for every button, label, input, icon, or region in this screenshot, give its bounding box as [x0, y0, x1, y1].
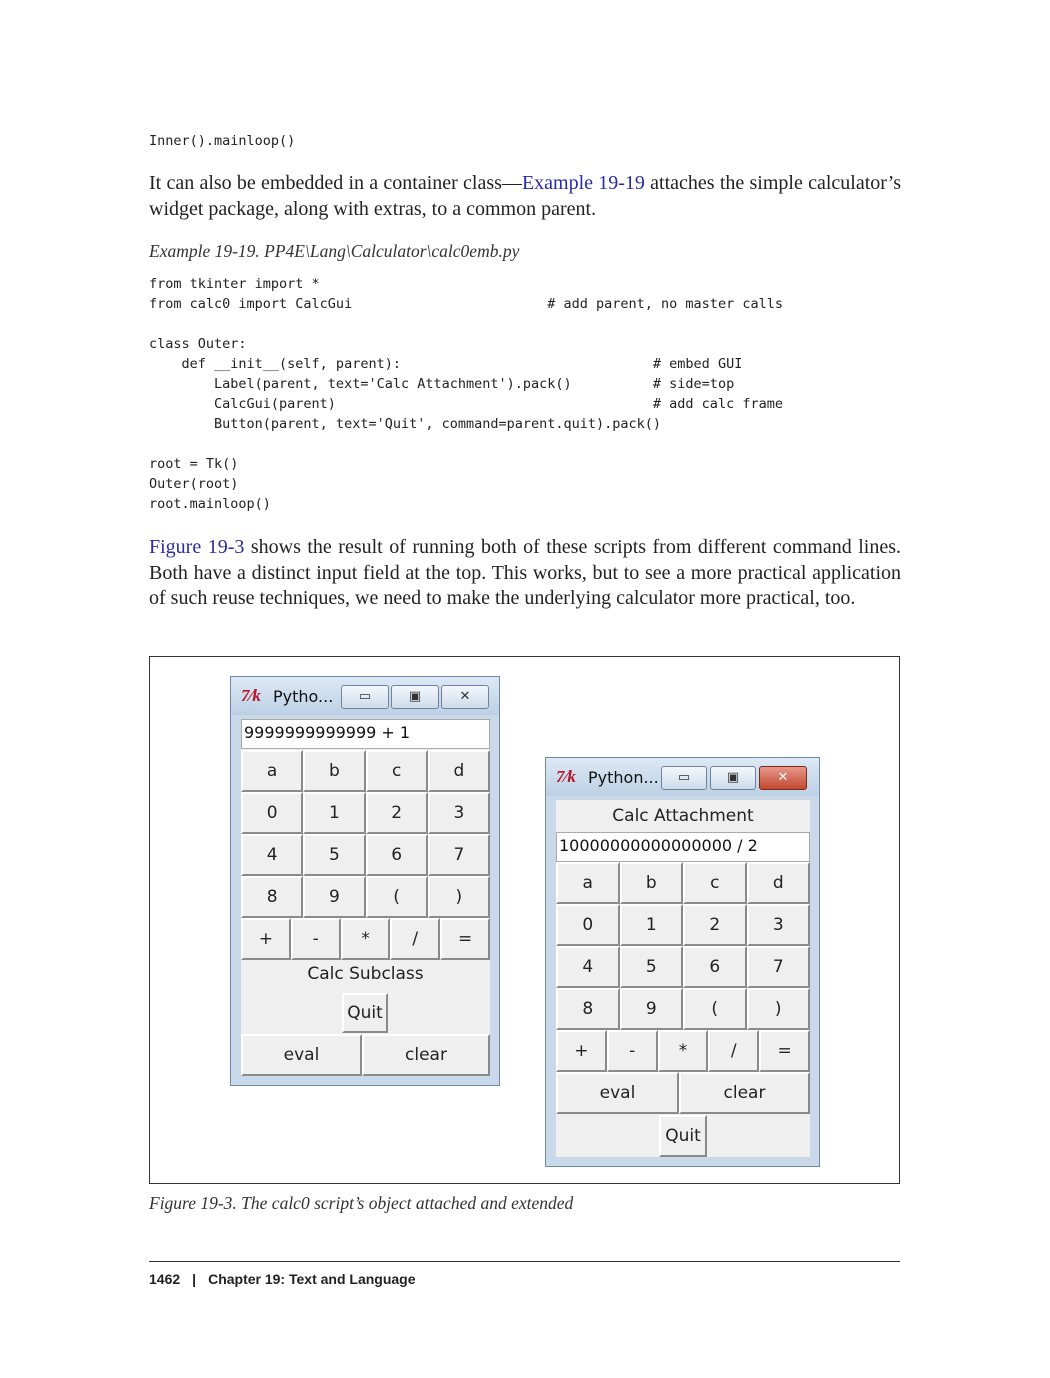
key-button[interactable]: (	[683, 988, 747, 1030]
key-button[interactable]: 6	[683, 946, 747, 988]
key-button[interactable]: d	[427, 750, 490, 792]
key-button[interactable]: *	[657, 1030, 709, 1072]
paragraph-text: shows the result of running both of thes…	[149, 536, 901, 609]
key-button[interactable]: 8	[241, 876, 304, 918]
key-button[interactable]: (	[365, 876, 428, 918]
minimize-button[interactable]: ▭	[661, 766, 707, 790]
key-button[interactable]: 3	[427, 792, 490, 834]
expression-entry[interactable]: 9999999999999 + 1	[241, 719, 490, 749]
calc-subclass-window: 7⁄k Pytho... ▭ ▣ ✕ 9999999999999 + 1 abc…	[230, 676, 500, 1086]
calc-subclass-label: Calc Subclass	[307, 964, 424, 984]
key-button[interactable]: 9	[619, 988, 683, 1030]
key-button[interactable]: =	[440, 918, 490, 960]
chapter-title: Chapter 19: Text and Language	[208, 1271, 416, 1287]
key-button[interactable]: -	[290, 918, 341, 960]
key-button[interactable]: 6	[365, 834, 428, 876]
key-button[interactable]: 0	[241, 792, 304, 834]
key-button[interactable]: 7	[746, 946, 810, 988]
key-button[interactable]: a	[556, 862, 620, 904]
calc-client-area: Calc Attachment 10000000000000000 / 2 ab…	[556, 800, 810, 1157]
key-button[interactable]: *	[340, 918, 391, 960]
page-footer: 1462 | Chapter 19: Text and Language	[149, 1271, 416, 1287]
key-button[interactable]: d	[746, 862, 810, 904]
quit-button[interactable]: Quit	[659, 1115, 707, 1157]
key-button[interactable]: 2	[365, 792, 428, 834]
page-number: 1462	[149, 1271, 181, 1287]
footer-separator: |	[192, 1271, 197, 1287]
minimize-button[interactable]: ▭	[341, 685, 389, 709]
maximize-button[interactable]: ▣	[710, 766, 756, 790]
key-button[interactable]: /	[390, 918, 441, 960]
eval-button[interactable]: eval	[556, 1072, 679, 1114]
key-button[interactable]: =	[759, 1030, 810, 1072]
calc-attachment-window: 7⁄k Python... ▭ ▣ ✕ Calc Attachment 1000…	[545, 757, 820, 1167]
key-button[interactable]: 3	[746, 904, 810, 946]
key-button[interactable]: /	[708, 1030, 760, 1072]
figure-caption: Figure 19-3. The calc0 script’s object a…	[149, 1193, 574, 1213]
key-button[interactable]: b	[619, 862, 683, 904]
key-button[interactable]: 4	[241, 834, 304, 876]
key-button[interactable]: 5	[303, 834, 366, 876]
key-button[interactable]: 1	[303, 792, 366, 834]
example-caption: Example 19-19. PP4E\Lang\Calculator\calc…	[149, 241, 520, 261]
tk-logo-icon: 7⁄k	[556, 767, 576, 786]
figure-link[interactable]: Figure 19-3	[149, 536, 244, 558]
quit-button[interactable]: Quit	[342, 993, 388, 1033]
window-title: Python...	[588, 768, 659, 787]
key-button[interactable]: 1	[619, 904, 683, 946]
key-button[interactable]: b	[303, 750, 366, 792]
code-example: from tkinter import * from calc0 import …	[149, 276, 783, 512]
example-link[interactable]: Example 19-19	[522, 172, 645, 194]
key-button[interactable]: 7	[427, 834, 490, 876]
key-button[interactable]: 2	[683, 904, 747, 946]
paragraph-intro: It can also be embedded in a container c…	[149, 171, 901, 222]
clear-button[interactable]: clear	[679, 1072, 810, 1114]
key-button[interactable]: 8	[556, 988, 620, 1030]
maximize-button[interactable]: ▣	[391, 685, 439, 709]
key-button[interactable]: c	[683, 862, 747, 904]
footer-rule	[149, 1261, 900, 1262]
key-button[interactable]: +	[556, 1030, 607, 1072]
window-title: Pytho...	[273, 687, 334, 706]
close-button[interactable]: ✕	[441, 685, 489, 709]
key-button[interactable]: -	[606, 1030, 658, 1072]
titlebar: 7⁄k Python... ▭ ▣ ✕	[546, 758, 819, 796]
calc-client-area: 9999999999999 + 1 a b c d 0 1 2 3 4 5 6 7 8 9() + - * / = …	[241, 719, 490, 1076]
key-button[interactable]: )	[746, 988, 810, 1030]
clear-button[interactable]: clear	[362, 1034, 490, 1076]
eval-button[interactable]: eval	[241, 1034, 362, 1076]
titlebar: 7⁄k Pytho... ▭ ▣ ✕	[231, 677, 499, 715]
key-button[interactable]: 4	[556, 946, 620, 988]
key-button[interactable]: +	[241, 918, 291, 960]
paragraph-figure-ref: Figure 19-3 shows the result of running …	[149, 535, 901, 612]
tk-logo-icon: 7⁄k	[241, 686, 261, 705]
close-button[interactable]: ✕	[759, 766, 807, 790]
key-button[interactable]: 5	[619, 946, 683, 988]
key-button[interactable]: 9	[303, 876, 366, 918]
key-button[interactable]: )	[427, 876, 490, 918]
calc-attachment-label: Calc Attachment	[612, 806, 754, 826]
key-button[interactable]: c	[365, 750, 428, 792]
key-button[interactable]: a	[241, 750, 304, 792]
code-snippet-top: Inner().mainloop()	[149, 133, 296, 149]
key-button[interactable]: 0	[556, 904, 620, 946]
expression-entry[interactable]: 10000000000000000 / 2	[556, 832, 810, 862]
paragraph-text: It can also be embedded in a container c…	[149, 172, 522, 194]
